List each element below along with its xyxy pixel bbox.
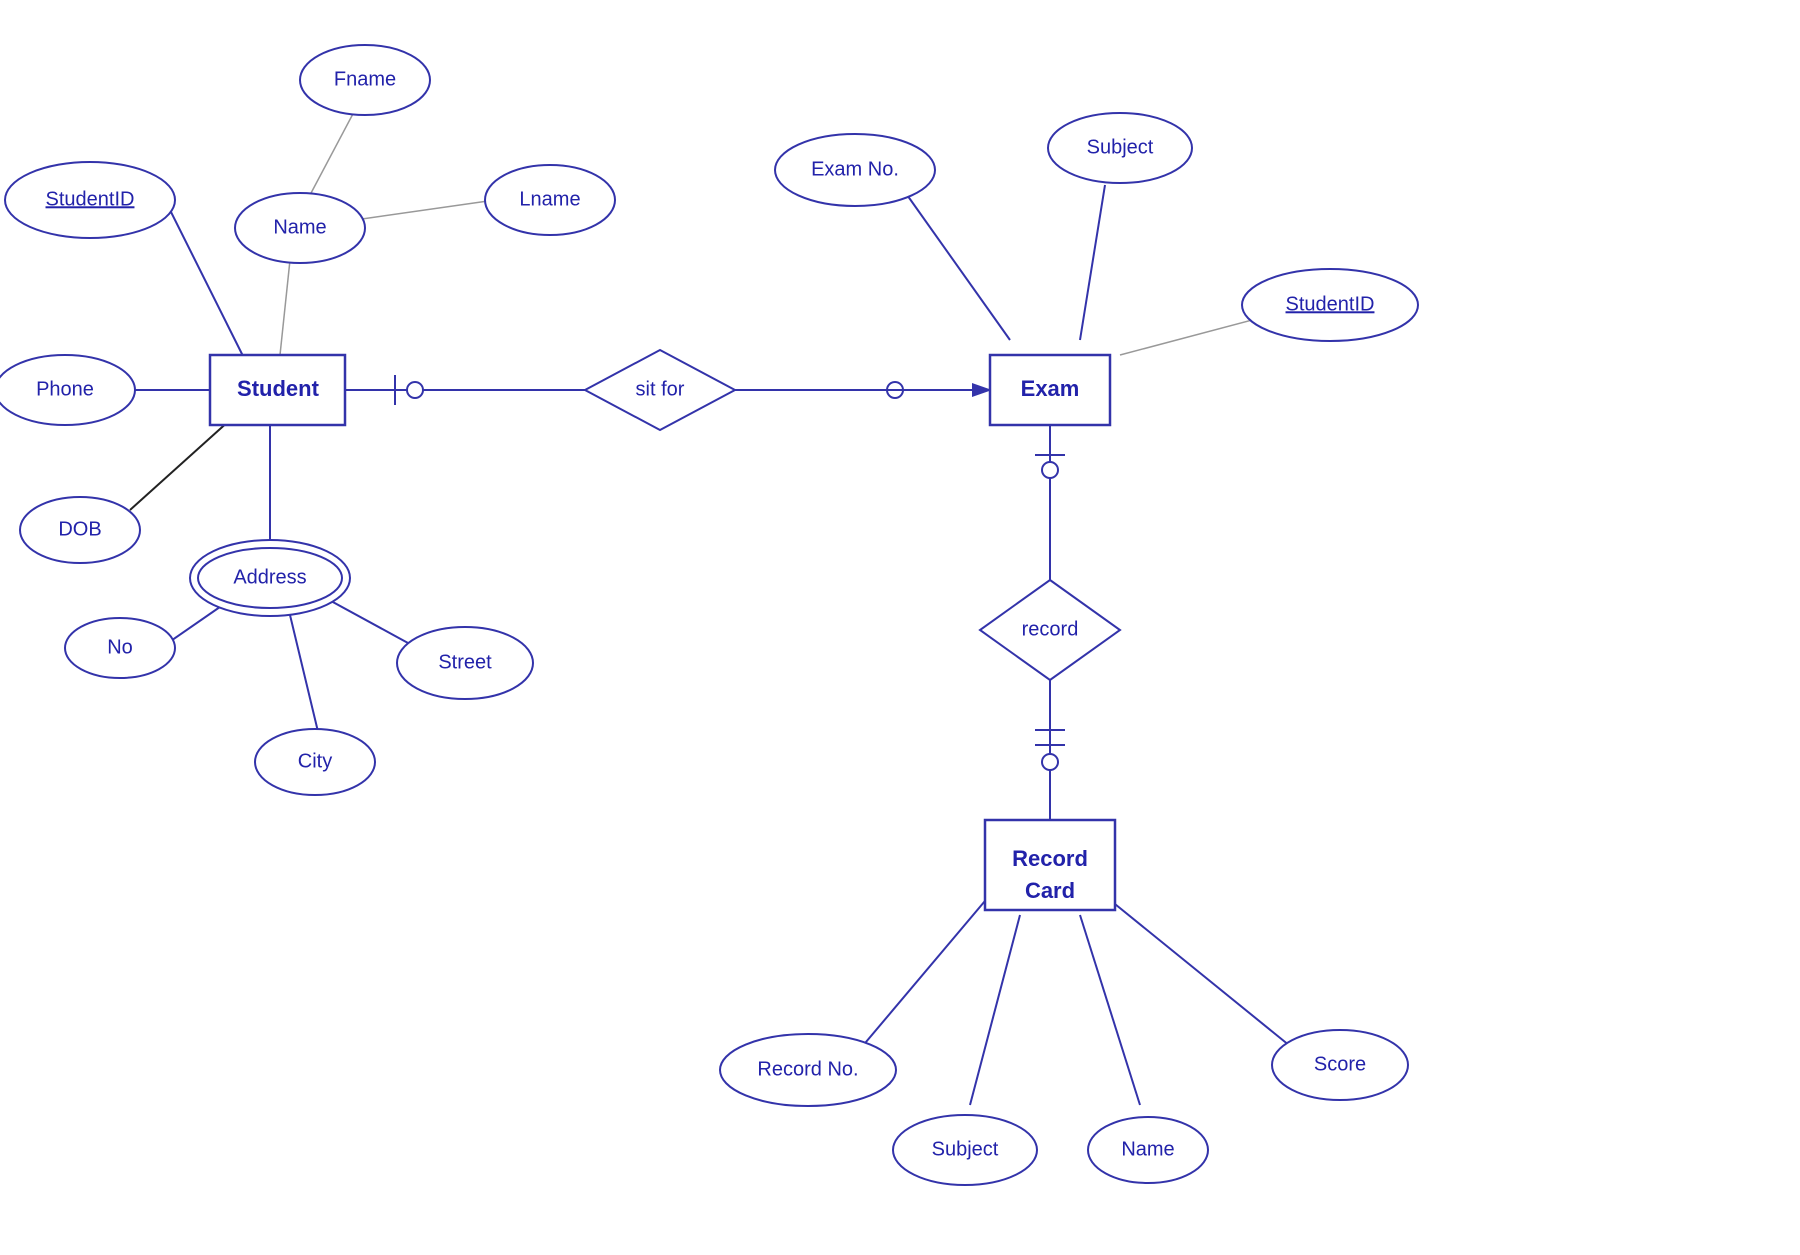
attribute-address: Address [190, 540, 350, 616]
line-lname-name [355, 200, 495, 220]
attr-phone-label: Phone [36, 378, 94, 400]
line-subject-exam [1080, 185, 1105, 340]
attribute-name: Name [235, 193, 365, 263]
line-recordno-rc [855, 895, 990, 1055]
attr-studentid-exam-label: StudentID [1286, 293, 1375, 315]
attr-street-label: Street [438, 651, 492, 673]
attr-dob-label: DOB [58, 518, 101, 540]
relationship-record: record [980, 580, 1120, 680]
notation-circle-1 [407, 382, 423, 398]
attr-recordno-label: Record No. [757, 1058, 858, 1080]
line-examno-exam [900, 185, 1010, 340]
attr-address-label: Address [233, 566, 306, 588]
line-city-address [290, 615, 320, 740]
attribute-street: Street [397, 627, 533, 699]
attribute-name-rc: Name [1088, 1117, 1208, 1183]
entity-student-label: Student [237, 376, 320, 401]
entity-exam-label: Exam [1021, 376, 1080, 401]
attr-name-rc-label: Name [1121, 1138, 1174, 1160]
notation-circle-rc [1042, 754, 1058, 770]
attr-city-label: City [298, 750, 332, 772]
attribute-studentid: StudentID [5, 162, 175, 238]
attr-score-label: Score [1314, 1053, 1366, 1075]
entity-exam: Exam [990, 355, 1110, 425]
attribute-subject-exam: Subject [1048, 113, 1192, 183]
attribute-score: Score [1272, 1030, 1408, 1100]
attr-name-label: Name [273, 216, 326, 238]
er-diagram: Student Exam Record Card sit for record … [0, 0, 1800, 1250]
attr-studentid-label: StudentID [46, 188, 135, 210]
line-fname-name [310, 110, 355, 195]
attribute-subject-rc: Subject [893, 1115, 1037, 1185]
line-name-student [280, 260, 290, 355]
attribute-record-no: Record No. [720, 1034, 896, 1106]
line-name-rc [1080, 915, 1140, 1105]
line-dob-student [130, 420, 230, 510]
attr-subject-exam-label: Subject [1087, 136, 1154, 158]
line-subject-rc [970, 915, 1020, 1105]
notation-circle-exam [1042, 462, 1058, 478]
attr-lname-label: Lname [519, 188, 580, 210]
entity-student: Student [210, 355, 345, 425]
attr-no-label: No [107, 636, 133, 658]
relationship-sitfor-label: sit for [636, 378, 685, 400]
attr-examno-label: Exam No. [811, 158, 899, 180]
entity-recordcard-label1: Record [1012, 846, 1088, 871]
attribute-fname: Fname [300, 45, 430, 115]
line-studentid-student [165, 200, 245, 360]
attribute-studentid-exam: StudentID [1242, 269, 1418, 341]
attr-subject-rc-label: Subject [932, 1138, 999, 1160]
attribute-phone: Phone [0, 355, 135, 425]
attr-fname-label: Fname [334, 68, 396, 90]
entity-recordcard-label2: Card [1025, 878, 1075, 903]
attribute-dob: DOB [20, 497, 140, 563]
attribute-lname: Lname [485, 165, 615, 235]
relationship-record-label: record [1022, 618, 1079, 640]
attribute-city: City [255, 729, 375, 795]
attribute-exam-no: Exam No. [775, 134, 935, 206]
relationship-sitfor: sit for [585, 350, 735, 430]
line-score-rc [1110, 900, 1295, 1050]
entity-record-card: Record Card [985, 820, 1115, 910]
attribute-no: No [65, 618, 175, 678]
